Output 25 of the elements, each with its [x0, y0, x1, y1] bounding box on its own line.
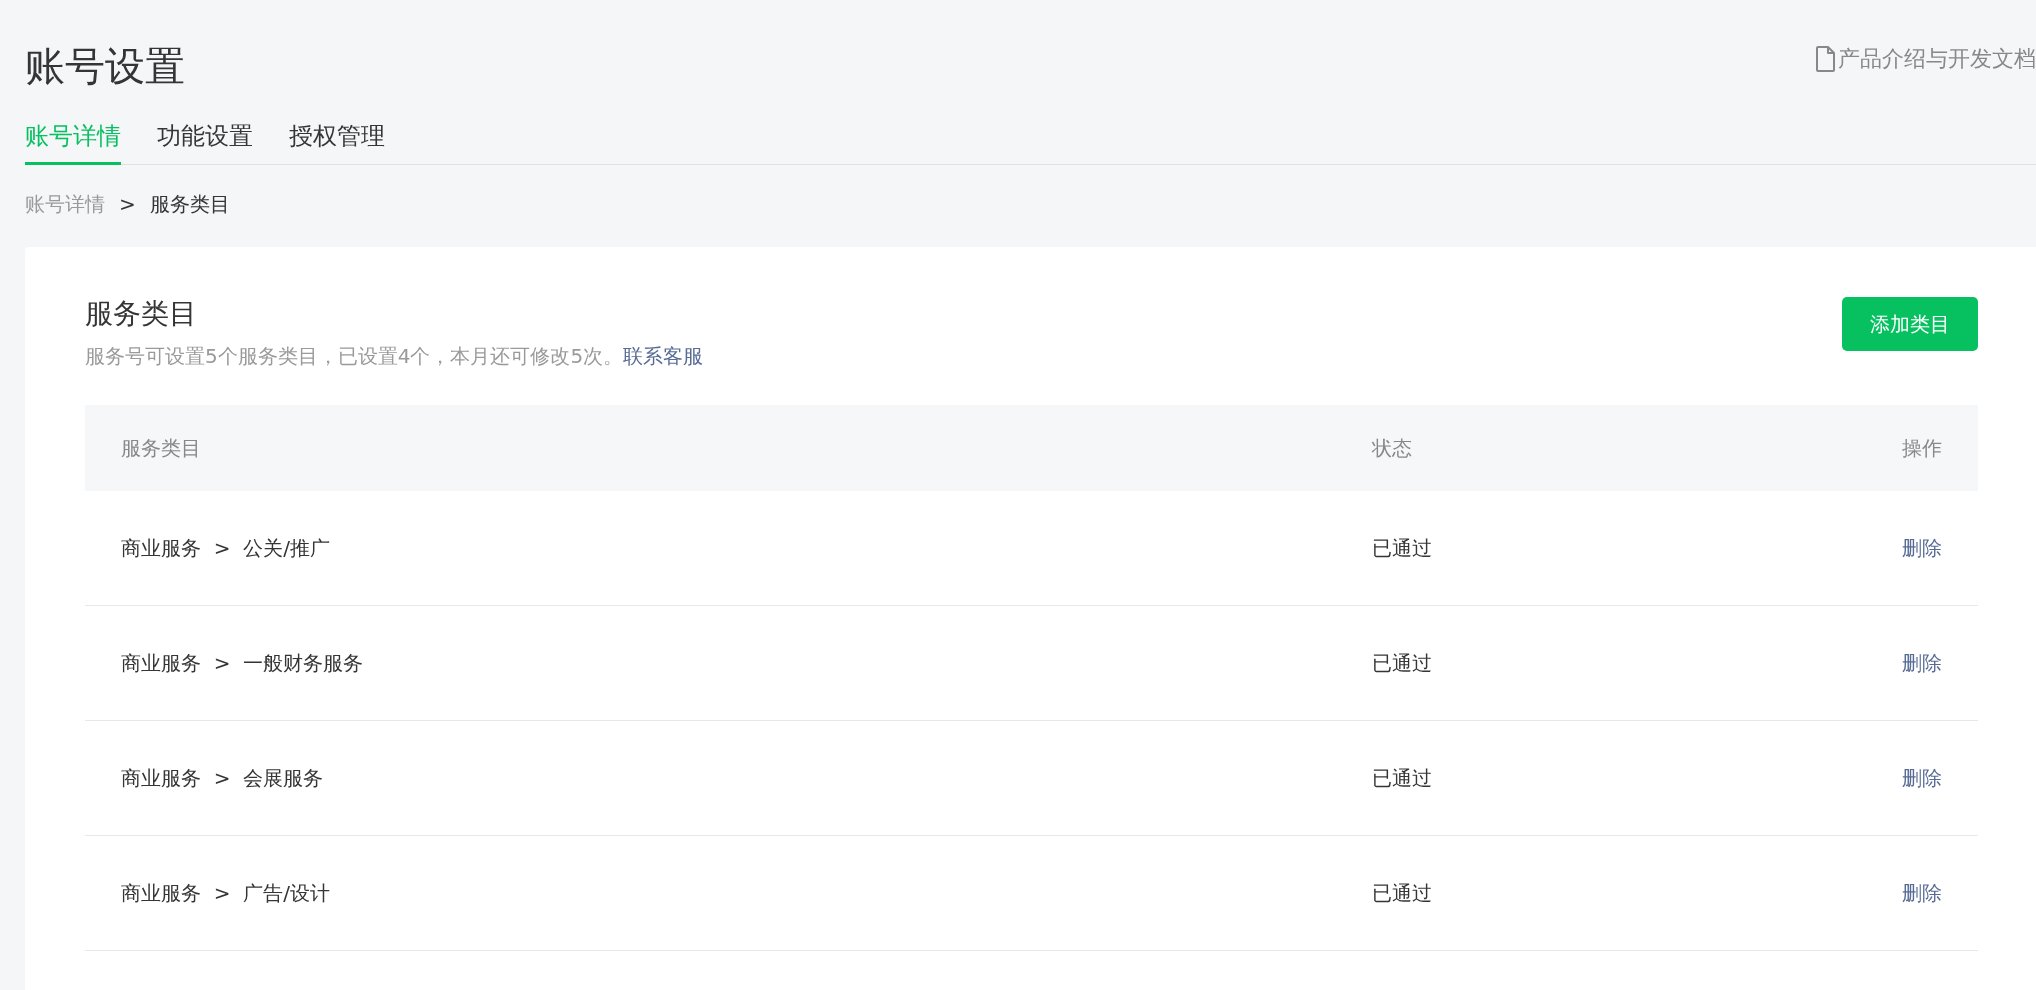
column-header: 服务类目	[121, 434, 202, 462]
column-header: 操作	[1901, 434, 1942, 462]
category-cell-text: 商业服务 > 广告/设计	[121, 879, 331, 907]
status-cell-text: 已通过	[1372, 764, 1433, 792]
breadcrumb-separator: >	[119, 191, 136, 218]
delete-link[interactable]: 删除	[1902, 880, 1942, 905]
document-icon	[1816, 45, 1836, 72]
delete-link[interactable]: 删除	[1902, 650, 1942, 675]
status-cell-text: 已通过	[1372, 879, 1433, 907]
section-description: 服务号可设置5个服务类目，已设置4个，本月还可修改5次。联系客服	[85, 342, 704, 370]
section-title: 服务类目	[85, 297, 198, 331]
category-cell-text: 商业服务 > 公关/推广	[121, 534, 331, 562]
category-cell-text: 商业服务 > 一般财务服务	[121, 649, 365, 677]
category-cell-text: 商业服务 > 会展服务	[121, 764, 325, 792]
delete-link[interactable]: 删除	[1902, 765, 1942, 790]
status-cell-text: 已通过	[1372, 534, 1433, 562]
breadcrumb-current: 服务类目	[149, 191, 230, 218]
tab[interactable]: 授权管理	[289, 118, 385, 165]
contact-support-link[interactable]: 联系客服	[623, 343, 704, 368]
status-cell-text: 已通过	[1372, 649, 1433, 677]
delete-link[interactable]: 删除	[1902, 535, 1942, 560]
tab[interactable]: 功能设置	[157, 118, 253, 165]
page-title: 账号设置	[25, 42, 185, 90]
docs-link[interactable]: 产品介绍与开发文档	[1816, 42, 2036, 75]
column-header: 状态	[1372, 434, 1413, 462]
